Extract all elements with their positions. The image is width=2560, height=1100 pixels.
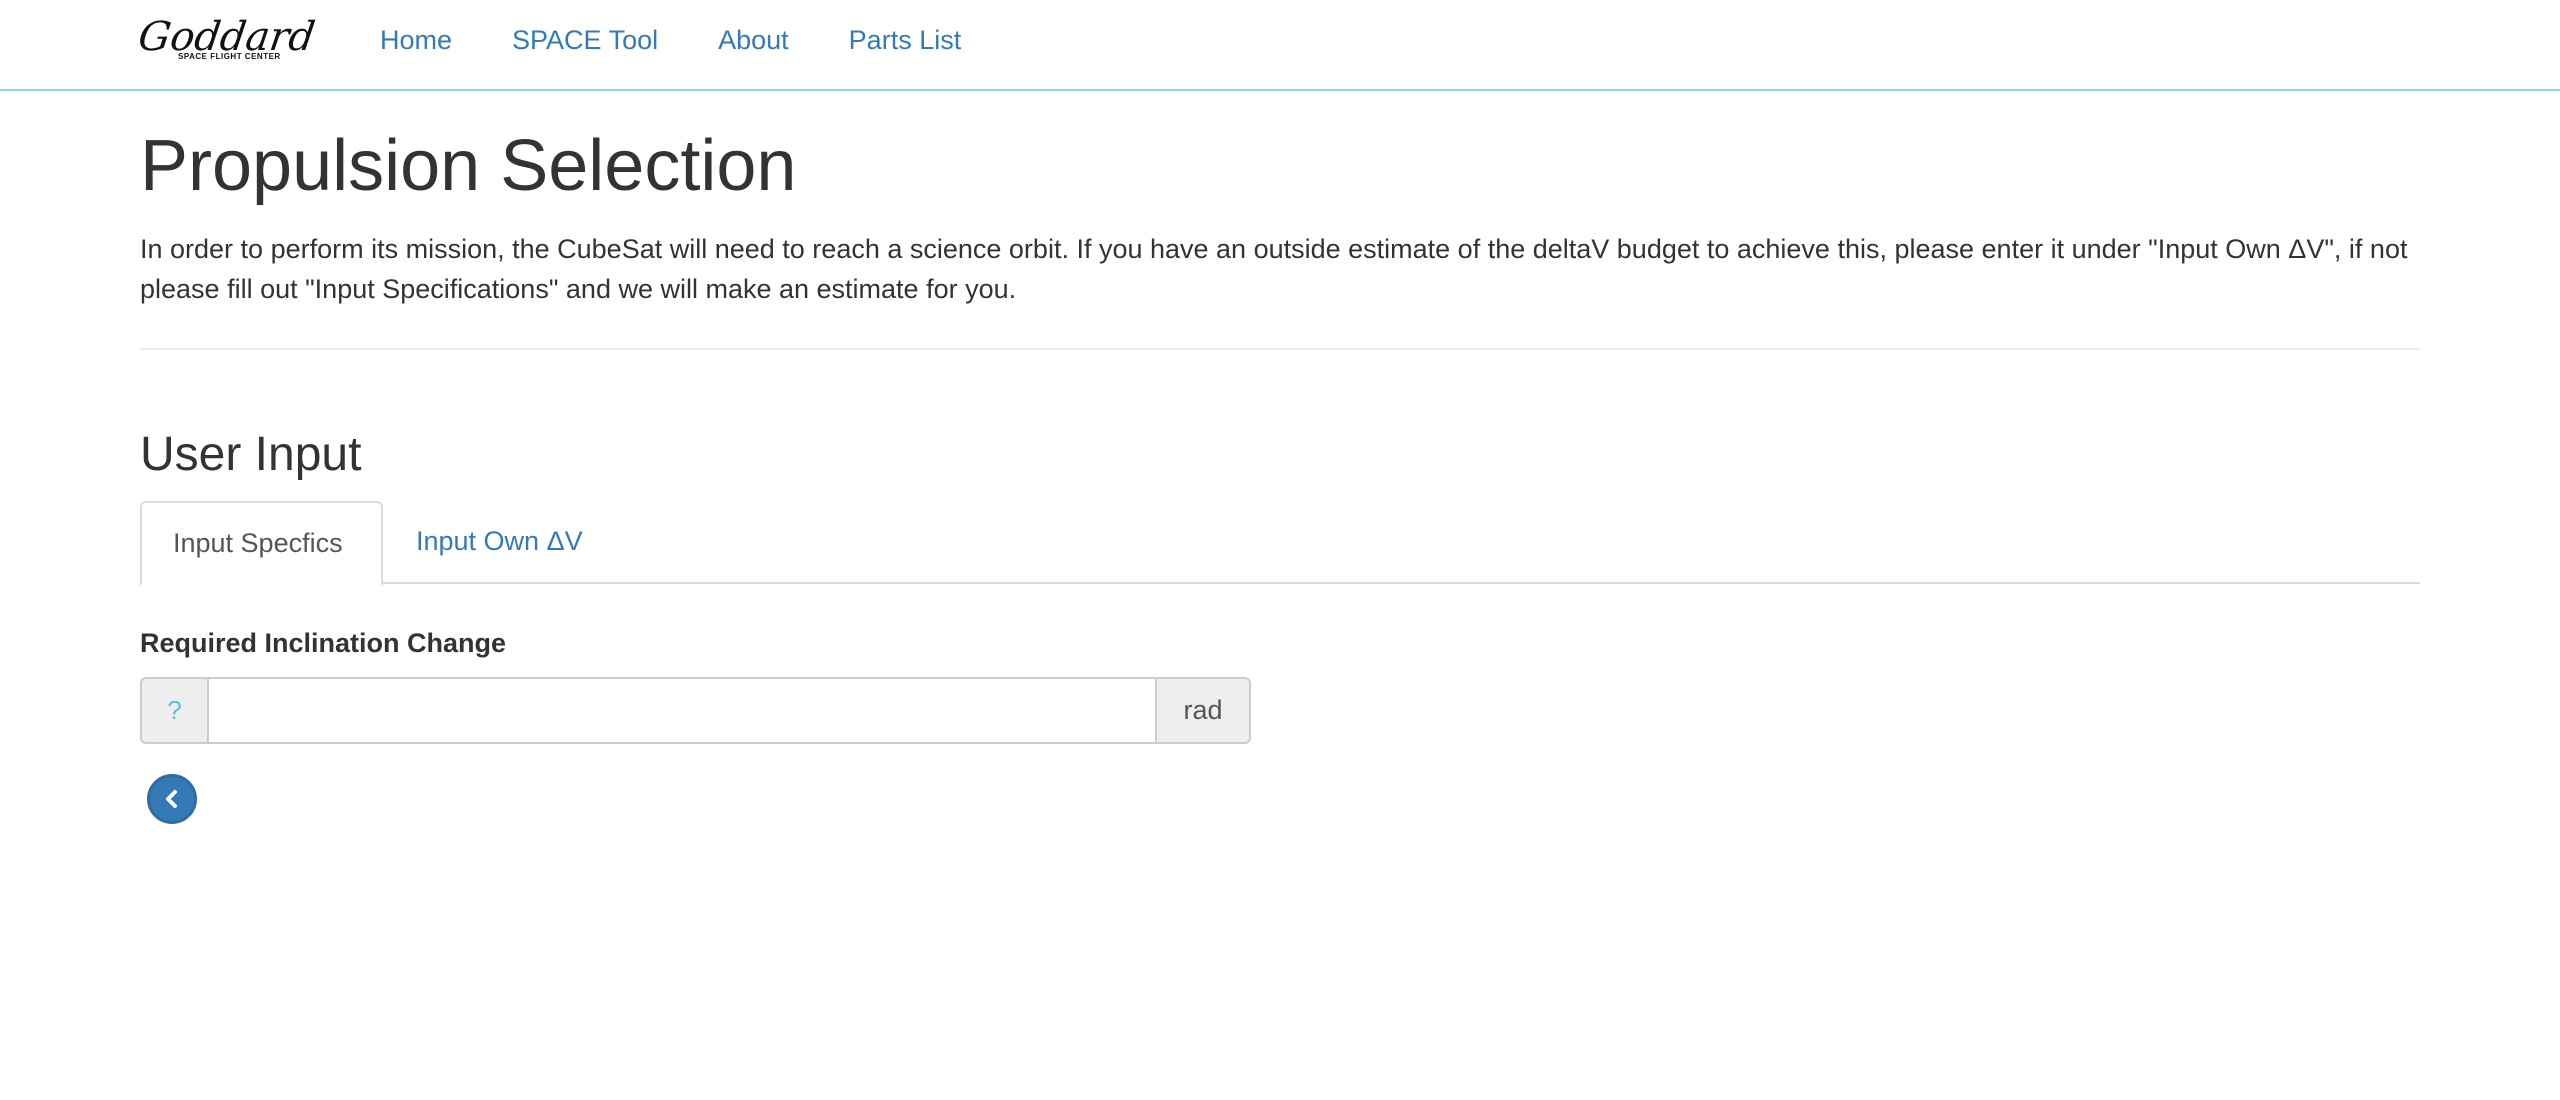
unit-label: rad bbox=[1157, 677, 1251, 744]
nav-link-home[interactable]: Home bbox=[380, 25, 452, 56]
back-button[interactable] bbox=[147, 774, 197, 824]
chevron-left-icon bbox=[166, 790, 177, 808]
inclination-change-input[interactable] bbox=[207, 677, 1157, 744]
nav-link-parts-list[interactable]: Parts List bbox=[849, 25, 962, 56]
nav-link-space-tool[interactable]: SPACE Tool bbox=[512, 25, 658, 56]
tab-input-specifics[interactable]: Input Specfics bbox=[140, 501, 383, 586]
top-navbar: Goddard SPACE FLIGHT CENTER Home SPACE T… bbox=[0, 0, 2560, 91]
help-icon[interactable]: ? bbox=[140, 677, 207, 744]
goddard-logo-script: Goddard bbox=[140, 14, 318, 60]
logo-subtext: SPACE FLIGHT CENTER bbox=[178, 52, 281, 61]
tab-input-own-delta-v[interactable]: Input Own ΔV bbox=[385, 501, 614, 584]
user-input-heading: User Input bbox=[140, 428, 362, 481]
input-tabs: Input Specfics Input Own ΔV bbox=[140, 501, 2420, 586]
divider bbox=[140, 348, 2420, 350]
intro-text: In order to perform its mission, the Cub… bbox=[140, 234, 2408, 304]
page-title: Propulsion Selection bbox=[140, 126, 797, 206]
nav-links: Home SPACE Tool About Parts List bbox=[380, 0, 1021, 80]
inclination-change-label: Required Inclination Change bbox=[140, 628, 507, 658]
nav-link-about[interactable]: About bbox=[718, 25, 789, 56]
inclination-input-group: ? rad bbox=[140, 677, 1251, 744]
goddard-logo[interactable]: Goddard SPACE FLIGHT CENTER bbox=[140, 14, 320, 70]
